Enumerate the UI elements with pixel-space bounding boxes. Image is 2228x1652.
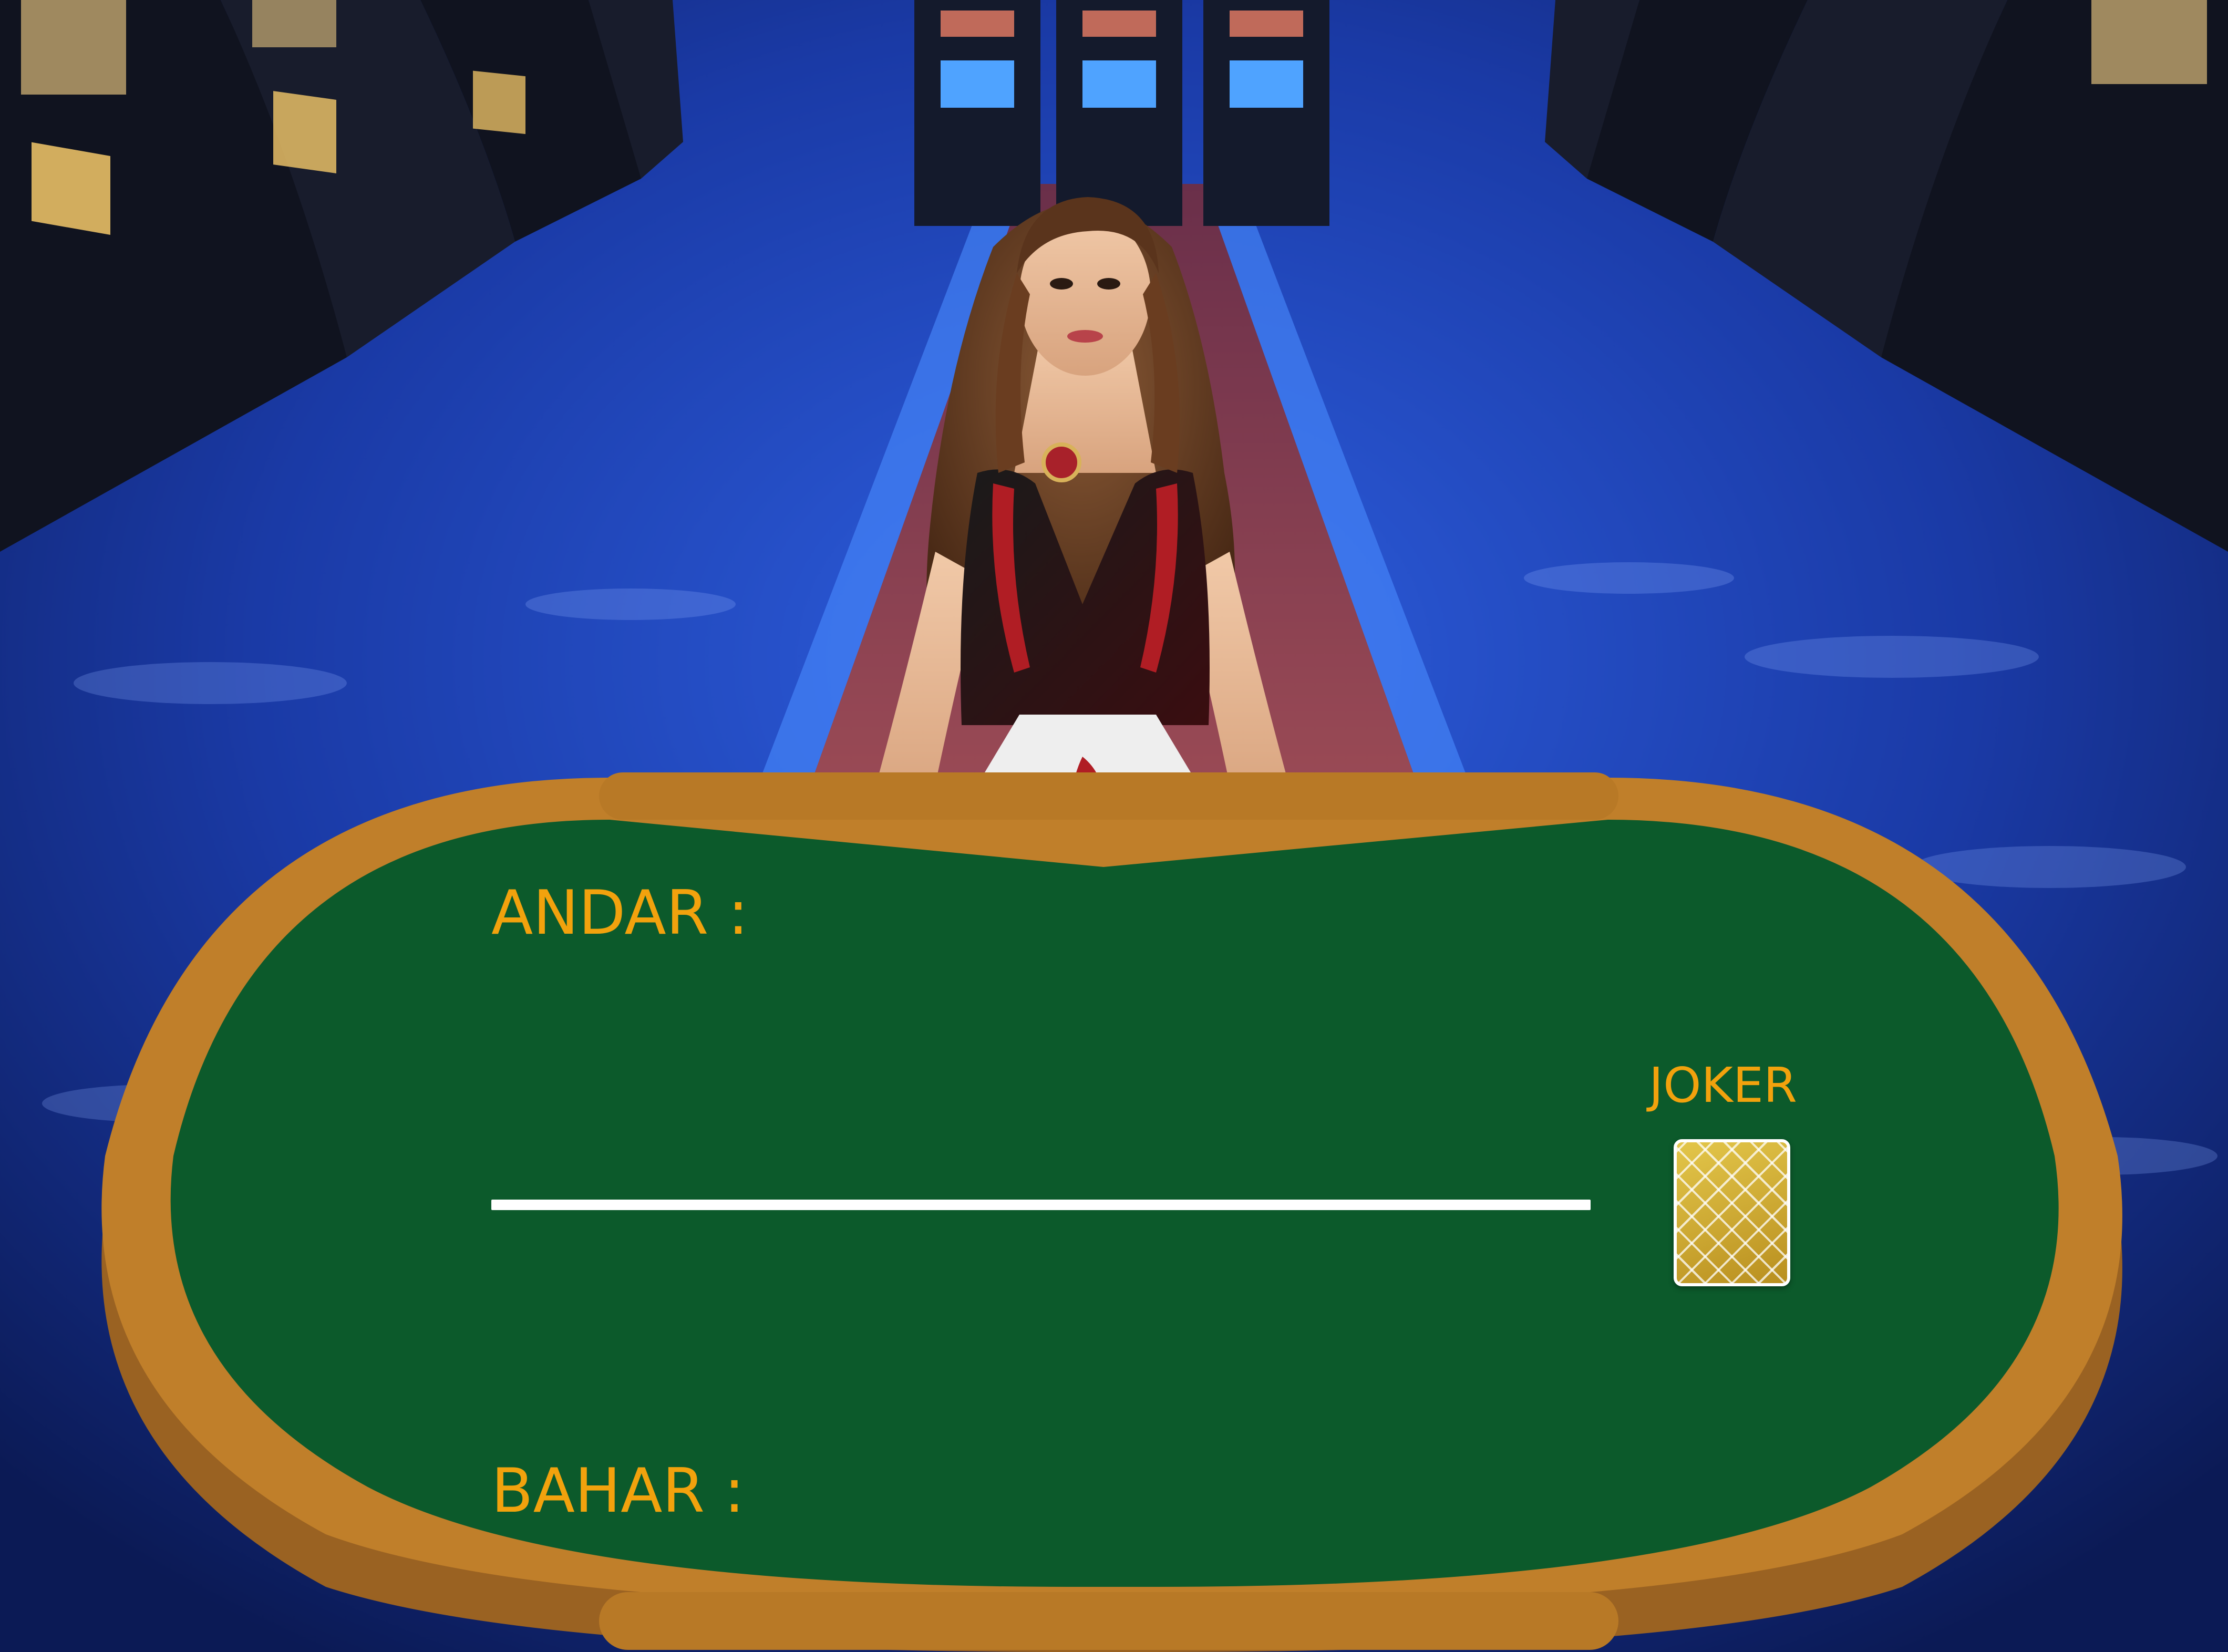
card-back-icon[interactable] [1674,1139,1790,1286]
table-divider-line [491,1200,1591,1210]
casino-background-scene [0,0,2228,1652]
bahar-label: BAHAR : [491,1455,745,1526]
andar-bahar-table [101,772,2122,1652]
andar-label: ANDAR : [491,877,749,948]
joker-label: JOKER [1649,1057,1797,1113]
